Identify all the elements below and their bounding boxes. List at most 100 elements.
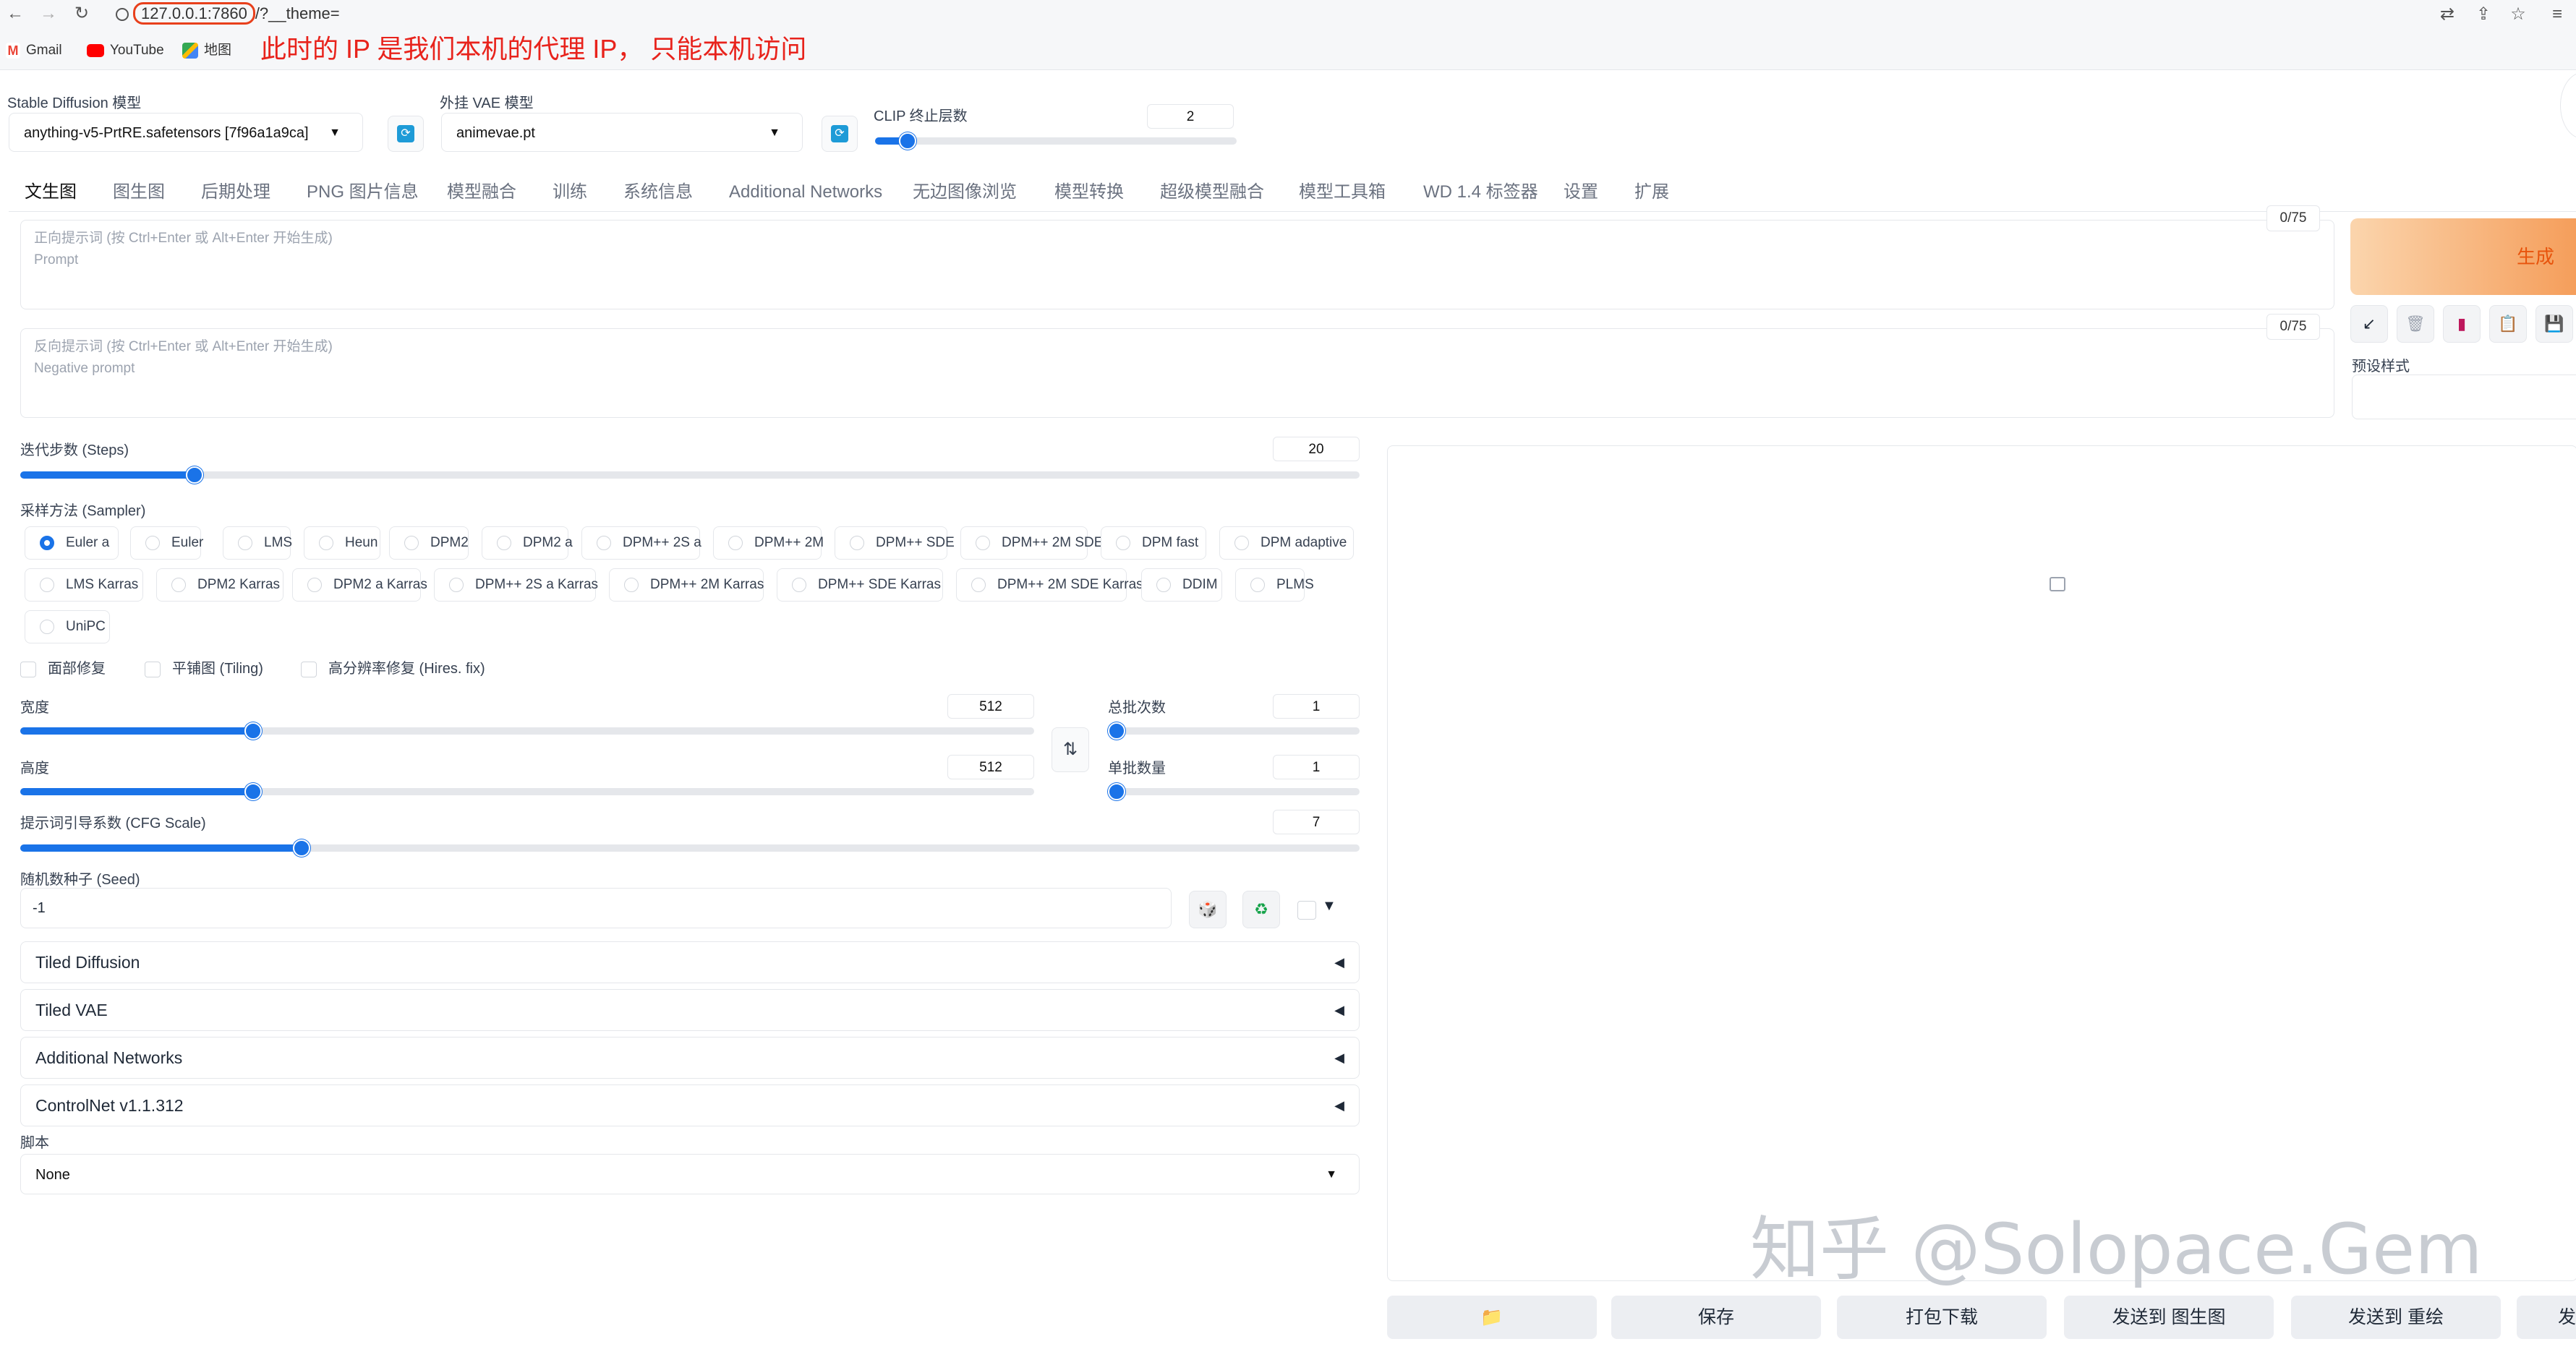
width-slider[interactable]	[20, 722, 1034, 740]
generate-button[interactable]: 生成	[2350, 218, 2576, 295]
clear-prompt-button[interactable]: 🗑	[2397, 305, 2434, 343]
sampler-option-dpm-2m[interactable]: DPM++ 2M	[713, 526, 824, 560]
width-number-input[interactable]: 512	[947, 694, 1034, 719]
batch-count-input[interactable]: 1	[1273, 694, 1360, 719]
sampler-option-dpm-2m-karras[interactable]: DPM++ 2M Karras	[609, 568, 764, 602]
tab-14[interactable]: 扩展	[1634, 178, 1669, 207]
zip-download-button[interactable]: 打包下载	[1837, 1296, 2047, 1339]
sampler-option-dpm-2s-a-karras[interactable]: DPM++ 2S a Karras	[434, 568, 598, 602]
reuse-seed-button[interactable]: ♻	[1242, 891, 1280, 928]
theme-toggle[interactable]	[2560, 72, 2576, 139]
tab-3[interactable]: PNG 图片信息	[307, 178, 419, 207]
hires-fix-checkbox[interactable]: 高分辨率修复 (Hires. fix)	[301, 654, 485, 683]
bookmark-maps[interactable]: 地图	[182, 39, 231, 62]
height-slider[interactable]	[20, 783, 1034, 800]
bookmark-youtube[interactable]: YouTube	[87, 39, 164, 62]
slider-thumb[interactable]	[292, 839, 310, 857]
sampler-option-heun[interactable]: Heun	[304, 526, 380, 560]
script-dropdown[interactable]: None ▼	[20, 1154, 1360, 1194]
clip-slider[interactable]	[875, 132, 1237, 150]
tab-7[interactable]: Additional Networks	[729, 178, 882, 207]
extra-seed-checkbox[interactable]	[1297, 901, 1316, 920]
sampler-option-euler[interactable]: Euler	[130, 526, 203, 560]
bookmark-gmail[interactable]: M Gmail	[6, 39, 62, 62]
swap-dimensions-button[interactable]: ⇅	[1052, 727, 1089, 772]
sampler-option-dpm-adaptive[interactable]: DPM adaptive	[1219, 526, 1354, 560]
batch-size-input[interactable]: 1	[1273, 755, 1360, 779]
send-to-inpaint-button[interactable]: 发送到 重绘	[2291, 1296, 2501, 1339]
translate-icon[interactable]: ⇄	[2436, 3, 2459, 26]
sampler-option-unipc[interactable]: UniPC	[25, 610, 110, 643]
tab-11[interactable]: 模型工具箱	[1299, 178, 1386, 207]
apply-style-button[interactable]: 📋	[2489, 305, 2527, 343]
reading-list-icon[interactable]: ≡	[2546, 3, 2569, 26]
extra-seed-toggle[interactable]: ▼	[1322, 898, 1336, 915]
random-seed-button[interactable]: 🎲	[1189, 891, 1227, 928]
sampler-option-dpm-sde[interactable]: DPM++ SDE	[835, 526, 955, 560]
cfg-number-input[interactable]: 7	[1273, 810, 1360, 834]
slider-thumb[interactable]	[185, 466, 203, 484]
tab-2[interactable]: 后期处理	[201, 178, 270, 207]
open-folder-button[interactable]: 📁	[1387, 1296, 1597, 1339]
sd-model-dropdown[interactable]: anything-v5-PrtRE.safetensors [7f96a1a9c…	[9, 113, 363, 152]
star-icon[interactable]: ☆	[2507, 3, 2530, 26]
tiling-checkbox[interactable]: 平铺图 (Tiling)	[145, 654, 263, 683]
extra-networks-button[interactable]: ▮	[2443, 305, 2481, 343]
sampler-option-ddim[interactable]: DDIM	[1141, 568, 1222, 602]
slider-thumb[interactable]	[244, 722, 263, 740]
styles-dropdown[interactable]	[2352, 375, 2576, 419]
tab-10[interactable]: 超级模型融合	[1160, 178, 1264, 207]
forward-icon[interactable]: →	[38, 3, 59, 25]
back-icon[interactable]: ←	[4, 3, 26, 25]
vae-refresh-button[interactable]: ⟳	[822, 116, 858, 152]
steps-slider[interactable]	[20, 466, 1360, 484]
site-info-icon[interactable]	[116, 8, 129, 22]
send-to-img2img-button[interactable]: 发送到 图生图	[2064, 1296, 2274, 1339]
save-button[interactable]: 保存	[1611, 1296, 1821, 1339]
sampler-option-plms[interactable]: PLMS	[1235, 568, 1314, 602]
vae-dropdown[interactable]: animevae.pt ▼	[441, 113, 803, 152]
sampler-option-dpm-2m-sde[interactable]: DPM++ 2M SDE	[960, 526, 1103, 560]
slider-thumb[interactable]	[1108, 722, 1125, 740]
slider-thumb[interactable]	[1108, 783, 1125, 800]
height-number-input[interactable]: 512	[947, 755, 1034, 779]
tab-12[interactable]: WD 1.4 标签器	[1423, 178, 1538, 207]
accordion-tiled-diffusion[interactable]: Tiled Diffusion ◀	[20, 941, 1360, 983]
share-icon[interactable]: ⇪	[2472, 3, 2495, 26]
read-params-button[interactable]: ↙	[2350, 305, 2388, 343]
sampler-option-dpm-sde-karras[interactable]: DPM++ SDE Karras	[777, 568, 943, 602]
tab-8[interactable]: 无边图像浏览	[913, 178, 1017, 207]
sampler-option-dpm2-karras[interactable]: DPM2 Karras	[156, 568, 283, 602]
tab-0[interactable]: 文生图	[25, 178, 77, 207]
accordion-tiled-vae[interactable]: Tiled VAE ◀	[20, 989, 1360, 1031]
tab-5[interactable]: 训练	[553, 178, 587, 207]
sampler-option-dpm-2m-sde-karras[interactable]: DPM++ 2M SDE Karras	[956, 568, 1143, 602]
sampler-option-lms-karras[interactable]: LMS Karras	[25, 568, 143, 602]
batch-count-slider[interactable]	[1108, 722, 1360, 740]
seed-input[interactable]: -1	[20, 888, 1172, 928]
slider-thumb[interactable]	[899, 132, 917, 150]
sampler-option-dpm2-a[interactable]: DPM2 a	[482, 526, 573, 560]
sampler-option-dpm-fast[interactable]: DPM fast	[1101, 526, 1206, 560]
sampler-option-lms[interactable]: LMS	[223, 526, 292, 560]
tab-1[interactable]: 图生图	[113, 178, 165, 207]
clip-number-input[interactable]: 2	[1147, 104, 1234, 129]
steps-number-input[interactable]: 20	[1273, 437, 1360, 461]
sampler-option-dpm-2s-a[interactable]: DPM++ 2S a	[581, 526, 701, 560]
send-to-extras-button[interactable]: 发	[2517, 1296, 2576, 1339]
tab-6[interactable]: 系统信息	[623, 178, 693, 207]
face-restore-checkbox[interactable]: 面部修复	[20, 654, 106, 683]
tab-4[interactable]: 模型融合	[447, 178, 516, 207]
save-style-button[interactable]: 💾	[2536, 305, 2573, 343]
sampler-option-dpm2-a-karras[interactable]: DPM2 a Karras	[292, 568, 427, 602]
reload-icon[interactable]: ↻	[71, 3, 93, 25]
batch-size-slider[interactable]	[1108, 783, 1360, 800]
negative-prompt-input[interactable]: 反向提示词 (按 Ctrl+Enter 或 Alt+Enter 开始生成) Ne…	[20, 328, 2334, 418]
tab-9[interactable]: 模型转换	[1054, 178, 1124, 207]
address-bar[interactable]: 127.0.0.1:7860/?__theme=	[116, 1, 340, 26]
accordion-additional-networks[interactable]: Additional Networks ◀	[20, 1037, 1360, 1079]
tab-13[interactable]: 设置	[1564, 178, 1598, 207]
sampler-option-euler-a[interactable]: Euler a	[25, 526, 119, 560]
slider-thumb[interactable]	[244, 783, 263, 800]
sampler-option-dpm2[interactable]: DPM2	[389, 526, 469, 560]
